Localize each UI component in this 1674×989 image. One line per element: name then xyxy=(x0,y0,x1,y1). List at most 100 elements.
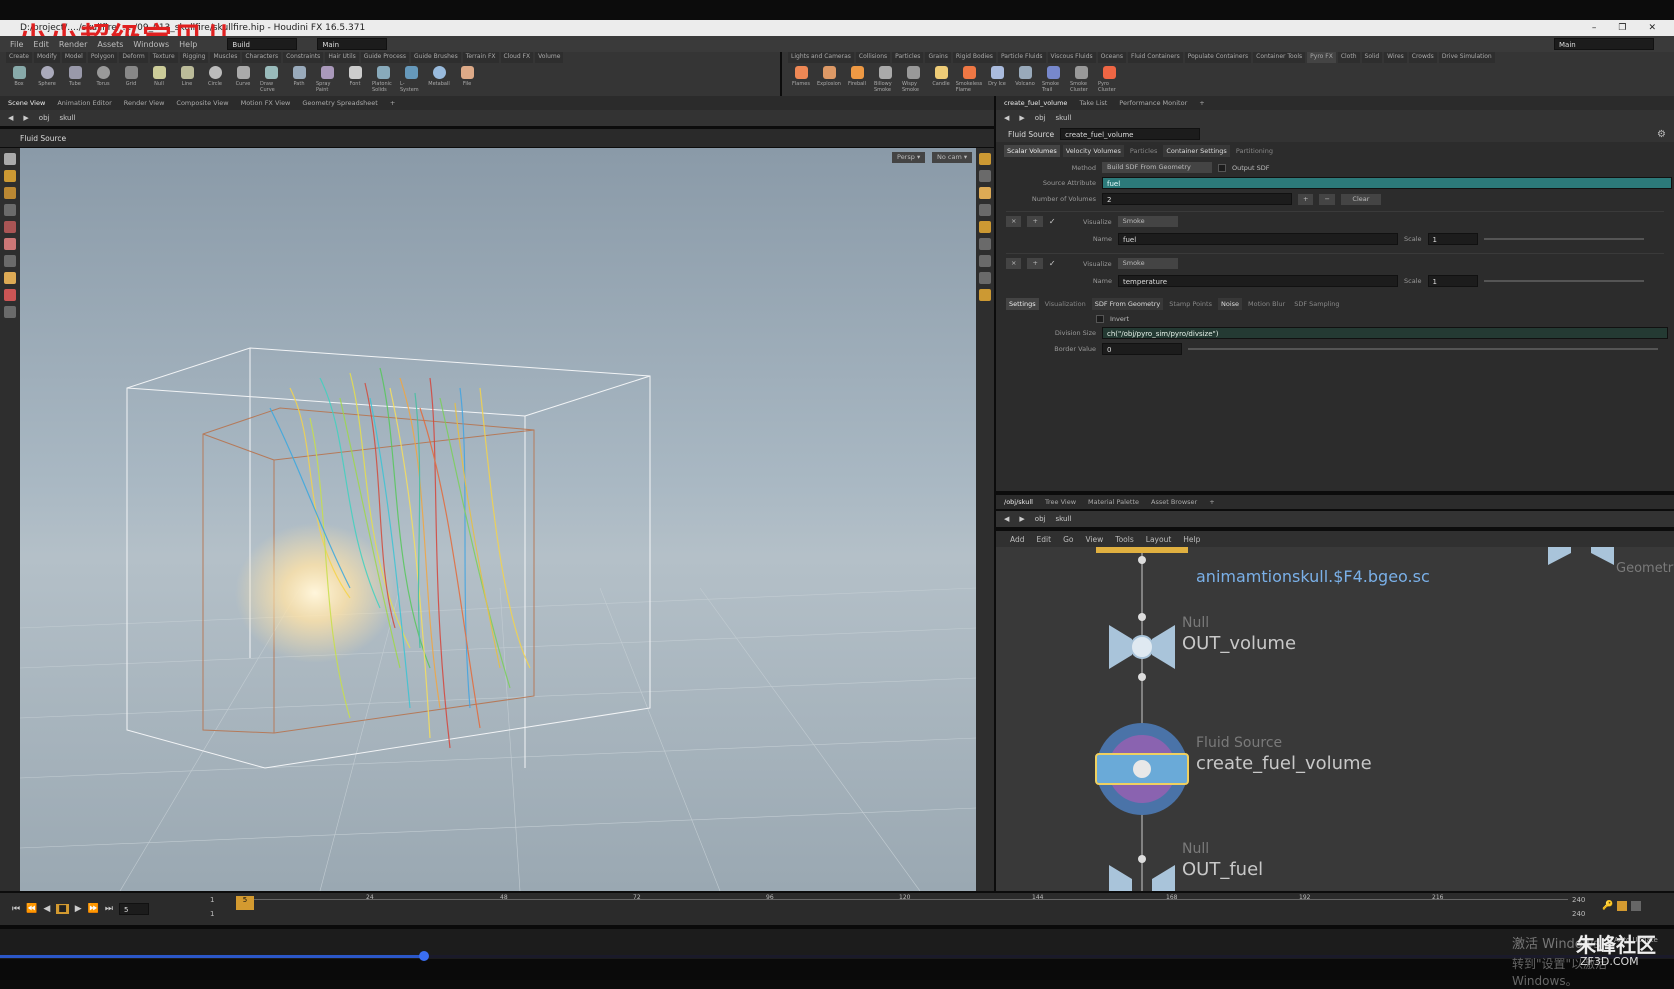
rotate-icon[interactable] xyxy=(4,187,16,199)
tab-render-view[interactable]: Render View xyxy=(124,99,165,107)
num-volumes-field[interactable]: 2 xyxy=(1102,193,1292,205)
tool-smoke-cluster[interactable]: Smoke Cluster xyxy=(1070,66,1092,93)
jump-end-icon[interactable]: ⏭ xyxy=(105,904,113,914)
realtime-icon[interactable] xyxy=(1617,901,1628,911)
tab-asset-browser[interactable]: Asset Browser xyxy=(1151,498,1197,506)
add-param-tab-icon[interactable]: + xyxy=(1199,99,1204,107)
end-frame-2[interactable]: 240 xyxy=(1572,910,1585,918)
vol1-name-field[interactable]: fuel xyxy=(1118,233,1398,245)
tab-obj-skull[interactable]: /obj/skull xyxy=(1004,498,1033,506)
tool-fireball[interactable]: Fireball xyxy=(846,66,868,93)
audio-icon[interactable] xyxy=(1631,901,1642,911)
points-icon[interactable] xyxy=(979,255,991,267)
tab-sdf-from-geometry[interactable]: SDF From Geometry xyxy=(1091,298,1164,310)
tool-draw-curve[interactable]: Draw Curve xyxy=(260,66,282,93)
invert-checkbox[interactable] xyxy=(1096,315,1104,323)
net-menu-tools[interactable]: Tools xyxy=(1115,535,1133,544)
shelf-tab-grains[interactable]: Grains xyxy=(925,52,951,63)
param-node-name[interactable]: create_fuel_volume xyxy=(1060,128,1201,140)
wireframe-icon[interactable] xyxy=(979,238,991,250)
menu-edit[interactable]: Edit xyxy=(33,40,49,49)
magnet-icon[interactable] xyxy=(4,289,16,301)
move-icon[interactable] xyxy=(4,170,16,182)
net-path-skull[interactable]: skull xyxy=(1055,515,1071,523)
shelf-tab-oceans[interactable]: Oceans xyxy=(1097,52,1126,63)
tab-noise[interactable]: Noise xyxy=(1217,298,1243,310)
maximize-button[interactable]: ❐ xyxy=(1618,23,1626,33)
vol2-add-button[interactable]: + xyxy=(1027,258,1043,269)
shelf-tab-guide-process[interactable]: Guide Process xyxy=(360,52,410,63)
param-path-obj[interactable]: obj xyxy=(1035,114,1046,122)
tool-null[interactable]: Null xyxy=(148,66,170,93)
video-progress-knob[interactable] xyxy=(418,951,429,961)
net-menu-help[interactable]: Help xyxy=(1183,535,1200,544)
shelf-tab-hair-utils[interactable]: Hair Utils xyxy=(325,52,359,63)
node-out-volume-name[interactable]: OUT_volume xyxy=(1182,633,1296,654)
start-frame-2[interactable]: 1 xyxy=(210,910,214,918)
tab-scalar-volumes[interactable]: Scalar Volumes xyxy=(1004,145,1060,157)
render-region-icon[interactable] xyxy=(4,306,16,318)
end-frame[interactable]: 240 xyxy=(1572,896,1585,904)
play-icon[interactable]: ▶ xyxy=(75,904,82,914)
ghost-icon[interactable] xyxy=(979,204,991,216)
start-frame[interactable]: 1 xyxy=(210,896,214,904)
net-forward-icon[interactable]: ▶ xyxy=(1019,515,1024,523)
shelf-tab-terrain-fx[interactable]: Terrain FX xyxy=(462,52,499,63)
net-back-icon[interactable]: ◀ xyxy=(1004,515,1009,523)
shelf-tab-collisions[interactable]: Collisions xyxy=(855,52,891,63)
tool-platonic-solids[interactable]: Platonic Solids xyxy=(372,66,394,93)
source-attr-field[interactable]: fuel xyxy=(1102,177,1672,189)
path-obj[interactable]: obj xyxy=(39,114,50,122)
shelf-tab-particles[interactable]: Particles xyxy=(892,52,924,63)
vol1-checkmark-icon[interactable]: ✓ xyxy=(1049,217,1056,226)
shelf-tab-texture[interactable]: Texture xyxy=(149,52,178,63)
tab-tree-view[interactable]: Tree View xyxy=(1045,498,1076,506)
tab-take-list[interactable]: Take List xyxy=(1079,99,1107,107)
right-desktop-selector[interactable]: Main xyxy=(1554,38,1654,50)
shelf-tab-wires[interactable]: Wires xyxy=(1384,52,1407,63)
method-select[interactable]: Build SDF From Geometry xyxy=(1102,162,1212,173)
snap-icon[interactable] xyxy=(4,272,16,284)
persp-menu[interactable]: Persp ▾ xyxy=(892,152,926,163)
tool-explosion[interactable]: Explosion xyxy=(817,66,841,93)
tool-smoke-trail[interactable]: Smoke Trail xyxy=(1042,66,1064,93)
tab-geometry-spreadsheet[interactable]: Geometry Spreadsheet xyxy=(302,99,377,107)
tab-motion-fx-view[interactable]: Motion FX View xyxy=(241,99,291,107)
tab-particles[interactable]: Particles xyxy=(1127,145,1160,157)
vol2-scale-field[interactable]: 1 xyxy=(1427,275,1478,287)
net-menu-layout[interactable]: Layout xyxy=(1146,535,1172,544)
tool-candle[interactable]: Candle xyxy=(930,66,952,93)
param-forward-icon[interactable]: ▶ xyxy=(1019,114,1024,122)
tool-torus[interactable]: Torus xyxy=(92,66,114,93)
add-tab-icon[interactable]: + xyxy=(390,99,395,107)
minimize-button[interactable]: – xyxy=(1592,23,1597,33)
tab-composite-view[interactable]: Composite View xyxy=(176,99,228,107)
tool-tube[interactable]: Tube xyxy=(64,66,86,93)
net-menu-view[interactable]: View xyxy=(1085,535,1103,544)
tool-volcano[interactable]: Volcano xyxy=(1014,66,1036,93)
remove-volume-button[interactable]: − xyxy=(1319,193,1335,205)
handle-icon[interactable] xyxy=(4,221,16,233)
vol1-scale-slider[interactable] xyxy=(1483,238,1644,240)
border-slider[interactable] xyxy=(1188,348,1658,350)
shelf-tab-model[interactable]: Model xyxy=(61,52,86,63)
tab-motion-blur[interactable]: Motion Blur xyxy=(1245,298,1288,310)
shelf-tab-create[interactable]: Create xyxy=(6,52,32,63)
lighting-icon[interactable] xyxy=(979,187,991,199)
node-out-fuel-name[interactable]: OUT_fuel xyxy=(1182,859,1263,880)
video-progress-track[interactable] xyxy=(0,955,1674,958)
shelf-tab-container-tools[interactable]: Container Tools xyxy=(1253,52,1306,63)
shelf-tab-volume[interactable]: Volume xyxy=(535,52,564,63)
timeline-track[interactable]: 5 24 48 72 96 120 144 168 192 216 xyxy=(236,894,1568,919)
desktop-selector[interactable]: Main xyxy=(317,38,388,50)
vol1-remove-button[interactable]: × xyxy=(1006,216,1022,227)
net-menu-go[interactable]: Go xyxy=(1063,535,1073,544)
tool-dry-ice[interactable]: Dry Ice xyxy=(986,66,1008,93)
shelf-tab-cloud-fx[interactable]: Cloud FX xyxy=(500,52,534,63)
play-reverse-icon[interactable]: ◀ xyxy=(43,904,50,914)
division-field[interactable]: ch("/obj/pyro_sim/pyro/divsize") xyxy=(1102,327,1668,339)
vol1-scale-field[interactable]: 1 xyxy=(1427,233,1478,245)
menu-help[interactable]: Help xyxy=(179,40,197,49)
net-path-obj[interactable]: obj xyxy=(1035,515,1046,523)
network-editor[interactable]: animamtionskull.$F4.bgeo.sc Null OUT_vol… xyxy=(996,547,1674,891)
